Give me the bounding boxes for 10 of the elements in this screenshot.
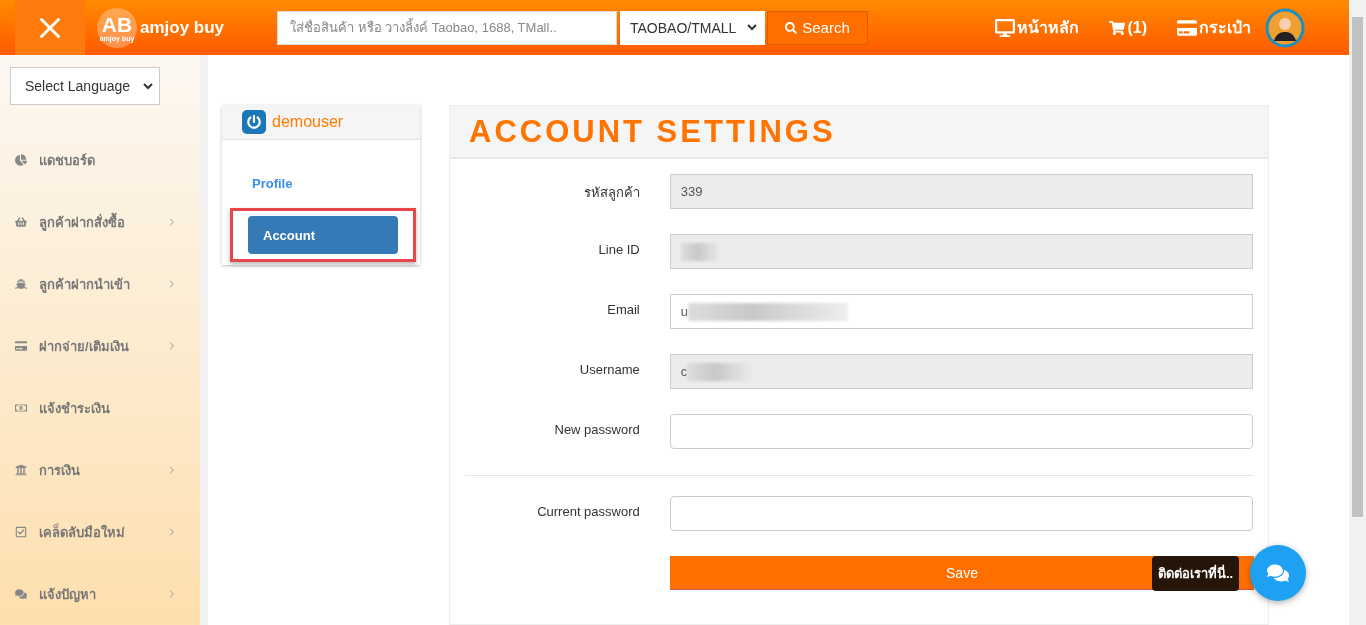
panel-title: ACCOUNT SETTINGS (469, 113, 836, 150)
field-label: รหัสลูกค้า (582, 184, 640, 203)
field-label: Email (606, 301, 640, 317)
field-label: Username (578, 361, 640, 377)
chat-tooltip: ติดต่อเราที่นี่.. (1152, 555, 1240, 591)
field-label: Line ID (597, 241, 640, 257)
logo-name: amjoy buy (140, 17, 225, 38)
field-label: Current password (536, 503, 640, 519)
field-label: New password (553, 421, 640, 437)
username: demouser (272, 113, 344, 131)
